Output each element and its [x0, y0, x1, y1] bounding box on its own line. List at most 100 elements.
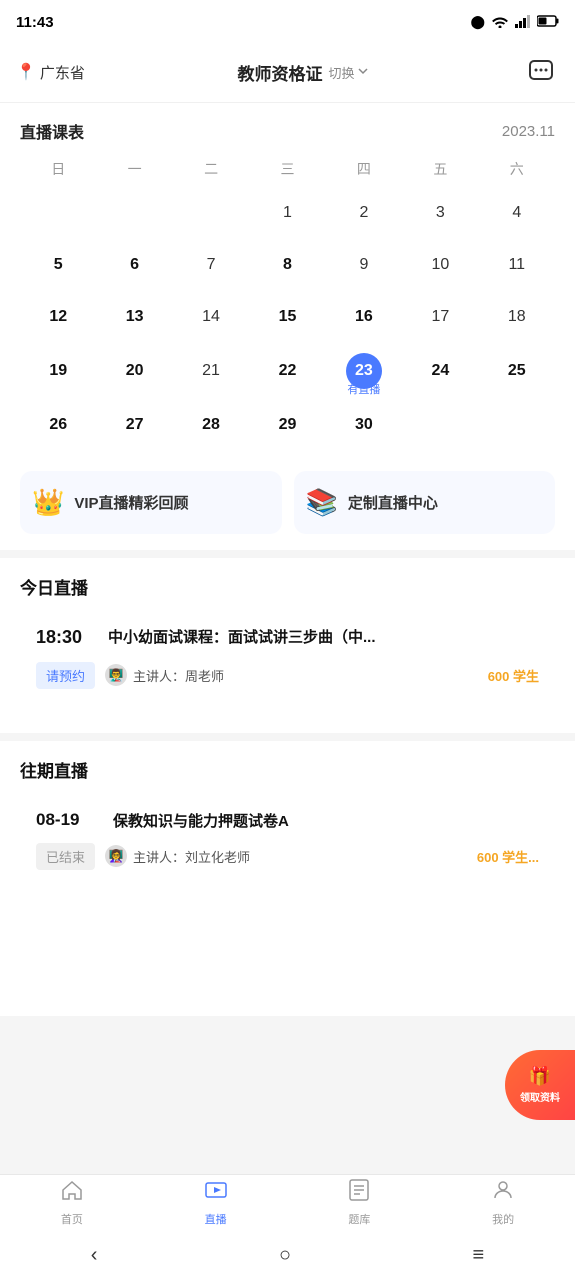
past-date: 08-19 [36, 810, 101, 830]
location-label: 广东省 [40, 62, 85, 83]
calendar-header: 直播课表 2023.11 [20, 119, 555, 143]
switch-button[interactable]: 切换 [328, 63, 370, 82]
vip-stack-icon: 📚 [306, 487, 338, 518]
nav-questions[interactable]: 题库 [288, 1175, 432, 1230]
nav-live[interactable]: 直播 [144, 1175, 288, 1230]
banner-text: 领取资料 [520, 1089, 560, 1104]
calendar-section-title: 直播课表 [20, 119, 84, 143]
calendar-cell[interactable]: 22 [249, 343, 325, 399]
banner-circle[interactable]: 🎁 领取资料 [505, 1050, 575, 1120]
nav-mine-icon [491, 1178, 515, 1208]
location-area[interactable]: 📍 广东省 [16, 62, 85, 83]
header-title: 教师资格证 [237, 60, 322, 85]
calendar-cell[interactable]: 20 [96, 343, 172, 399]
today-live-label: 有直播 [347, 381, 380, 397]
calendar-cell[interactable]: 26 [20, 399, 96, 451]
teacher-name: 主讲人：周老师 [133, 666, 224, 685]
system-back-button[interactable]: ‹ [91, 1244, 98, 1267]
calendar-cell[interactable]: 5 [20, 239, 96, 291]
header-title-area: 教师资格证 切换 [237, 60, 370, 85]
calendar-cell[interactable]: 19 [20, 343, 96, 399]
weekday-wed: 三 [249, 155, 325, 183]
weekday-fri: 五 [402, 155, 478, 183]
calendar-cell[interactable]: 15 [249, 291, 325, 343]
calendar-cell[interactable]: 10 [402, 239, 478, 291]
calendar-cell[interactable]: 21 [173, 343, 249, 399]
today-live-card[interactable]: 18:30 中小幼面试课程：面试试讲三步曲（中... 请预约 👨‍🏫 主讲人：周… [20, 611, 555, 705]
nav-mine[interactable]: 我的 [431, 1175, 575, 1230]
nav-home[interactable]: 首页 [0, 1175, 144, 1230]
system-menu-button[interactable]: ≡ [473, 1244, 485, 1267]
section-divider-2 [0, 733, 575, 741]
calendar-cell[interactable]: 1 [249, 187, 325, 239]
today-live-title: 今日直播 [20, 574, 555, 599]
vip-crown-icon: 👑 [32, 487, 64, 518]
calendar-cell [96, 187, 172, 239]
nav-live-icon [204, 1178, 228, 1208]
past-card-header: 08-19 保教知识与能力押题试卷A [36, 810, 539, 831]
past-teacher-avatar-icon: 👩‍🏫 [109, 849, 124, 863]
calendar-cell[interactable]: 17 [402, 291, 478, 343]
status-bar: 11:43 ⬤ [0, 0, 575, 44]
calendar-month: 2023.11 [502, 123, 555, 140]
reserve-button[interactable]: 请预约 [36, 662, 95, 689]
nav-home-label: 首页 [61, 1211, 83, 1227]
system-home-button[interactable]: ○ [279, 1244, 291, 1267]
calendar-cell[interactable]: 7 [173, 239, 249, 291]
weekday-sat: 六 [479, 155, 555, 183]
section-divider-1 [0, 550, 575, 558]
status-icon-1: ⬤ [470, 14, 485, 30]
vip-custom-card[interactable]: 📚 定制直播中心 [294, 471, 556, 534]
past-live-section: 往期直播 08-19 保教知识与能力押题试卷A 已结束 👩‍🏫 主讲人：刘立化老… [0, 741, 575, 1016]
teacher-avatar: 👨‍🏫 [105, 664, 127, 686]
past-card-title: 保教知识与能力押题试卷A [113, 810, 539, 831]
past-teacher-name: 主讲人：刘立化老师 [133, 847, 250, 866]
calendar-cell[interactable]: 3 [402, 187, 478, 239]
calendar-cell[interactable]: 18 [479, 291, 555, 343]
nav-questions-icon [347, 1178, 371, 1208]
calendar-cell[interactable]: 11 [479, 239, 555, 291]
calendar-cell [173, 187, 249, 239]
calendar-cell[interactable]: 29 [249, 399, 325, 451]
calendar-cell[interactable]: 2 [326, 187, 402, 239]
vip-custom-label: 定制直播中心 [348, 492, 438, 513]
floating-banner[interactable]: 🎁 领取资料 [505, 1050, 575, 1120]
calendar-cell[interactable]: 14 [173, 291, 249, 343]
calendar-cell[interactable]: 6 [96, 239, 172, 291]
status-signal-icon [515, 14, 531, 31]
calendar-grid: 1234567891011121314151617181920212223有直播… [20, 187, 555, 451]
calendar-cell[interactable]: 9 [326, 239, 402, 291]
status-battery-icon [537, 15, 559, 30]
past-live-title: 往期直播 [20, 757, 555, 782]
calendar-cell[interactable]: 24 [402, 343, 478, 399]
ended-button: 已结束 [36, 843, 95, 870]
calendar-cell[interactable]: 25 [479, 343, 555, 399]
calendar-cell[interactable]: 4 [479, 187, 555, 239]
calendar-cell[interactable]: 8 [249, 239, 325, 291]
teacher-info: 👨‍🏫 主讲人：周老师 [105, 664, 478, 686]
calendar-cell [20, 187, 96, 239]
chat-icon [528, 59, 554, 85]
past-student-count: 600 学生... [477, 847, 539, 866]
switch-label: 切换 [328, 63, 354, 82]
calendar-cell[interactable]: 27 [96, 399, 172, 451]
system-nav: ‹ ○ ≡ [0, 1230, 575, 1280]
calendar-cell[interactable]: 13 [96, 291, 172, 343]
past-live-card[interactable]: 08-19 保教知识与能力押题试卷A 已结束 👩‍🏫 主讲人：刘立化老师 600… [20, 794, 555, 886]
chat-button[interactable] [523, 54, 559, 90]
calendar-cell[interactable]: 16 [326, 291, 402, 343]
calendar-cell[interactable]: 28 [173, 399, 249, 451]
weekday-sun: 日 [20, 155, 96, 183]
nav-questions-label: 题库 [348, 1211, 370, 1227]
calendar-cell[interactable]: 12 [20, 291, 96, 343]
calendar-cell[interactable]: 30 [326, 399, 402, 451]
bottom-nav: 首页 直播 题库 我的 [0, 1174, 575, 1230]
student-count: 600 学生 [488, 666, 539, 685]
live-card-footer: 请预约 👨‍🏫 主讲人：周老师 600 学生 [36, 662, 539, 689]
past-card-footer: 已结束 👩‍🏫 主讲人：刘立化老师 600 学生... [36, 843, 539, 870]
calendar-cell[interactable]: 23有直播 [326, 343, 402, 399]
today-live-section: 今日直播 18:30 中小幼面试课程：面试试讲三步曲（中... 请预约 👨‍🏫 … [0, 558, 575, 733]
past-teacher-info: 👩‍🏫 主讲人：刘立化老师 [105, 845, 467, 867]
header: 📍 广东省 教师资格证 切换 [0, 44, 575, 103]
vip-replay-card[interactable]: 👑 VIP直播精彩回顾 [20, 471, 282, 534]
